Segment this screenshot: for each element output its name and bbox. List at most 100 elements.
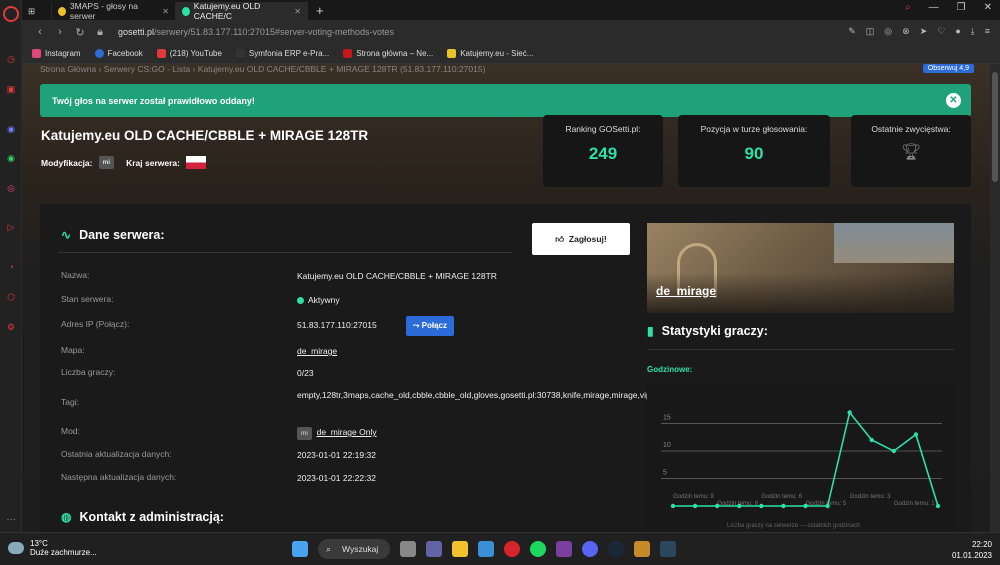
opera-logo-icon[interactable] bbox=[3, 6, 19, 22]
player-icon[interactable]: ▷ bbox=[4, 220, 18, 234]
stat-ranking: Ranking GOSetti.pl: 249 bbox=[543, 115, 663, 187]
close-alert-icon[interactable]: ✕ bbox=[946, 93, 961, 108]
chart-point[interactable] bbox=[737, 503, 742, 509]
page-scrollbar[interactable] bbox=[990, 64, 1000, 532]
discord-icon[interactable] bbox=[582, 541, 598, 557]
forward-icon[interactable]: › bbox=[50, 26, 70, 38]
connect-button[interactable]: ⤳ Połącz bbox=[406, 316, 454, 336]
heart-icon[interactable]: ♡ bbox=[937, 26, 945, 37]
bookmark-instagram[interactable]: Instagram bbox=[32, 49, 81, 58]
instagram-icon bbox=[32, 49, 41, 58]
extensions-icon[interactable]: ⬡ bbox=[4, 290, 18, 304]
file-explorer-icon[interactable] bbox=[452, 541, 468, 557]
url-field[interactable]: gosetti.pl/serwery/51.83.177.110:27015#s… bbox=[118, 27, 394, 37]
task-view-icon[interactable] bbox=[400, 541, 416, 557]
close-tab-icon[interactable]: ✕ bbox=[162, 7, 169, 16]
edit-icon[interactable]: ✎ bbox=[848, 26, 856, 37]
chart-series-line bbox=[673, 410, 939, 507]
chart-xtick-label: Godzin temu: 3 bbox=[850, 494, 891, 500]
menu-icon[interactable]: ≡ bbox=[985, 26, 990, 37]
chart-point[interactable] bbox=[692, 503, 698, 509]
chart-point[interactable] bbox=[935, 503, 941, 509]
csgo-icon[interactable] bbox=[634, 541, 650, 557]
weather-widget[interactable]: 13°C Duże zachmurze... bbox=[8, 539, 97, 557]
teams-icon[interactable] bbox=[426, 541, 442, 557]
taskbar-search[interactable]: ⌕ Wyszukaj bbox=[318, 539, 390, 559]
page-title: Katujemy.eu OLD CACHE/CBBLE + MIRAGE 128… bbox=[41, 128, 369, 143]
opera-taskbar-icon[interactable] bbox=[504, 541, 520, 557]
more-icon[interactable]: ⋯ bbox=[4, 512, 18, 526]
new-tab-button[interactable]: + bbox=[308, 2, 332, 20]
globe-icon: ◍ bbox=[61, 510, 72, 524]
photos-icon[interactable] bbox=[478, 541, 494, 557]
pulse-icon: ∿ bbox=[61, 228, 72, 242]
close-tab-icon[interactable]: ✕ bbox=[294, 7, 301, 16]
chart-point[interactable] bbox=[759, 503, 764, 509]
map-image[interactable] bbox=[647, 223, 954, 313]
speed-dial-icon[interactable]: ◷ bbox=[4, 52, 18, 66]
bookmark-netflix[interactable]: Strona główna – Ne... bbox=[343, 49, 433, 58]
bookmark-youtube[interactable]: (218) YouTube bbox=[156, 49, 222, 58]
breadcrumb: Strona Główna › Serwery CS:GO - Lista › … bbox=[40, 64, 486, 74]
instagram-icon[interactable]: ◎ bbox=[4, 181, 18, 195]
bookmark-facebook[interactable]: Facebook bbox=[94, 49, 143, 58]
bookmark-symfonia[interactable]: Symfonia ERP e-Pra... bbox=[235, 49, 329, 58]
minimize-icon[interactable]: — bbox=[929, 2, 939, 13]
spotify-icon[interactable] bbox=[530, 541, 546, 557]
chart-ytick-label: 10 bbox=[663, 442, 671, 449]
history-icon[interactable]: ◔ bbox=[4, 260, 18, 274]
chart-point[interactable] bbox=[803, 503, 808, 509]
tab-gamepad[interactable]: ⊞ bbox=[22, 2, 52, 20]
opera-sidebar: ◷ ▣ ◉ ◉ ◎ ▷ ◔ ⬡ ⚙ ⋯ bbox=[0, 0, 22, 532]
close-window-icon[interactable]: ✕ bbox=[984, 2, 992, 13]
winrar-icon[interactable] bbox=[556, 541, 572, 557]
bar-chart-icon: ▮ bbox=[647, 324, 654, 338]
chart-point[interactable] bbox=[869, 437, 874, 443]
facebook-follow-button[interactable]: Obserwuj 4,9 bbox=[922, 64, 974, 73]
bookmark-katujemy[interactable]: Katujemy.eu - Sieć... bbox=[447, 49, 533, 58]
hourly-chart-svg: 15105Godzin temu: 9Godzin temu: 8Godzin … bbox=[661, 410, 942, 529]
divider bbox=[647, 349, 954, 350]
section-server-data: ∿ Dane serwera: bbox=[61, 228, 165, 242]
map-link[interactable]: de_mirage bbox=[297, 345, 632, 357]
warning-favicon-icon bbox=[58, 6, 66, 16]
search-icon: ⌕ bbox=[326, 544, 332, 554]
search-tabs-icon[interactable]: ⌕ bbox=[905, 2, 911, 13]
reload-icon[interactable]: ↻ bbox=[70, 26, 90, 39]
stat-wins: Ostatnie zwycięstwa: 🏆︎ bbox=[851, 115, 971, 187]
whatsapp-icon[interactable]: ◉ bbox=[4, 151, 18, 165]
maximize-icon[interactable]: ❐ bbox=[957, 2, 966, 13]
status-ok-icon bbox=[297, 297, 304, 304]
steam-alt-icon[interactable] bbox=[660, 541, 676, 557]
map-card-name[interactable]: de_mirage bbox=[656, 284, 716, 298]
chart-point[interactable] bbox=[913, 432, 919, 437]
poland-flag-icon bbox=[185, 156, 206, 169]
mod-link[interactable]: de_mirage Only bbox=[317, 427, 377, 437]
system-clock[interactable]: 22:20 01.01.2023 bbox=[952, 539, 992, 561]
download-icon[interactable]: ⤓ bbox=[971, 26, 975, 37]
chart-point[interactable] bbox=[714, 503, 720, 509]
messenger-icon[interactable]: ◉ bbox=[4, 122, 18, 136]
chart-point[interactable] bbox=[847, 410, 852, 415]
divider bbox=[58, 252, 513, 253]
vpn-icon[interactable]: ◎ bbox=[884, 26, 892, 37]
camera-icon[interactable]: ◫ bbox=[866, 26, 875, 37]
account-icon[interactable]: ● bbox=[955, 26, 960, 37]
back-icon[interactable]: ‹ bbox=[30, 26, 50, 38]
vote-button[interactable]: 👍︎ Zagłosuj! bbox=[532, 223, 630, 255]
chart-point[interactable] bbox=[825, 503, 830, 509]
start-icon[interactable] bbox=[292, 541, 308, 557]
chart-point[interactable] bbox=[891, 448, 897, 454]
tab-katujemy[interactable]: Katujemy.eu OLD CACHE/C ✕ bbox=[176, 1, 308, 21]
tab-3maps[interactable]: 3MAPS - głosy na serwer ✕ bbox=[52, 1, 176, 21]
adblock-icon[interactable]: ⊗ bbox=[902, 26, 910, 37]
facebook-icon bbox=[94, 49, 104, 58]
chart-point[interactable] bbox=[670, 503, 676, 509]
settings-icon[interactable]: ⚙ bbox=[4, 320, 18, 334]
steam-icon[interactable] bbox=[608, 541, 624, 557]
chart-point[interactable] bbox=[781, 503, 786, 509]
send-icon[interactable]: ➤ bbox=[920, 26, 928, 37]
secure-lock-icon[interactable]: 🔒︎ bbox=[90, 26, 110, 39]
shopping-icon[interactable]: ▣ bbox=[4, 82, 18, 96]
youtube-icon bbox=[156, 49, 166, 58]
